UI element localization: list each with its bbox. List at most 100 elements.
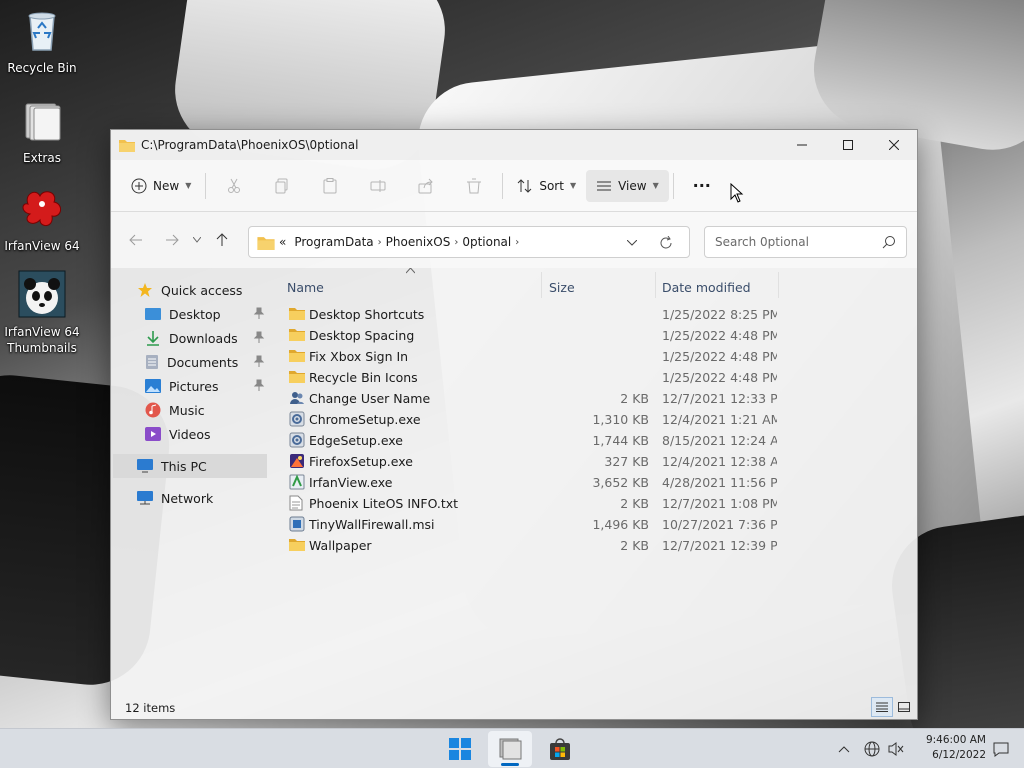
column-divider[interactable] <box>541 272 542 298</box>
desktop-icon-irfanview-thumbnails[interactable]: IrfanView 64 Thumbnails <box>0 270 84 356</box>
folder-icon <box>289 369 305 386</box>
file-row[interactable]: FirefoxSetup.exe 327 KB 12/4/2021 12:38 A.… <box>287 451 787 472</box>
sidebar-item-music[interactable]: Music <box>145 398 205 422</box>
view-button[interactable]: View ▼ <box>586 169 669 202</box>
file-row[interactable]: Change User Name 2 KB 12/7/2021 12:33 PM <box>287 388 787 409</box>
file-row[interactable]: Desktop Spacing 1/25/2022 4:48 PM <box>287 325 787 346</box>
paste-button[interactable] <box>306 170 354 202</box>
file-name: TinyWallFirewall.msi <box>309 517 435 532</box>
file-row[interactable]: Recycle Bin Icons 1/25/2022 4:48 PM <box>287 367 787 388</box>
back-button[interactable] <box>121 225 151 255</box>
sidebar-item-videos[interactable]: Videos <box>145 422 211 446</box>
breadcrumb-chevron-icon[interactable]: › <box>515 237 519 248</box>
delete-button[interactable] <box>450 170 498 202</box>
breadcrumb-chevron-icon[interactable]: › <box>378 237 382 248</box>
sidebar-item-quick-access[interactable]: Quick access <box>137 278 242 302</box>
copy-button[interactable] <box>258 170 306 202</box>
refresh-icon[interactable] <box>659 236 673 250</box>
recent-locations-button[interactable] <box>187 225 207 255</box>
breadcrumb-programdata[interactable]: ProgramData <box>294 235 373 249</box>
sidebar-item-downloads[interactable]: Downloads <box>145 326 270 350</box>
desktop-icon-irfanview[interactable]: IrfanView 64 <box>0 184 84 254</box>
command-bar: New ▼ Sort ▼ View ▼ ··· <box>111 160 917 212</box>
file-explorer-window: C:\ProgramData\PhoenixOS\0ptional New ▼ <box>110 129 918 720</box>
trash-icon <box>467 178 482 193</box>
file-row[interactable]: Wallpaper 2 KB 12/7/2021 12:39 PM <box>287 535 787 556</box>
maximize-button[interactable] <box>825 130 871 160</box>
globe-icon[interactable] <box>864 741 880 757</box>
folder-stack-icon <box>25 103 61 141</box>
irfanview-icon <box>22 191 61 226</box>
star-icon <box>138 283 152 297</box>
notifications-icon[interactable] <box>993 741 1009 757</box>
clock-time: 9:46:00 AM <box>925 734 986 746</box>
rename-button[interactable] <box>354 170 402 202</box>
firefox-icon <box>289 453 305 472</box>
desktop-icon-extras[interactable]: Extras <box>0 96 84 166</box>
file-row[interactable]: TinyWallFirewall.msi 1,496 KB 10/27/2021 7… <box>287 514 787 535</box>
sidebar-item-pictures[interactable]: Pictures <box>145 374 270 398</box>
sidebar-item-desktop[interactable]: Desktop <box>145 302 270 326</box>
file-row[interactable]: Phoenix LiteOS INFO.txt 2 KB 12/7/2021 1:0… <box>287 493 787 514</box>
minimize-button[interactable] <box>779 130 825 160</box>
chevron-down-icon: ▼ <box>652 181 659 190</box>
cut-button[interactable] <box>210 170 258 202</box>
tiles-view-button[interactable] <box>893 697 915 717</box>
file-name: Desktop Spacing <box>309 328 415 343</box>
address-bar[interactable]: « ProgramData › PhoenixOS › 0ptional › <box>248 226 690 258</box>
scissors-icon <box>228 178 241 193</box>
taskbar-store[interactable] <box>538 731 582 767</box>
desktop-icon-recycle-bin[interactable]: Recycle Bin <box>0 6 84 76</box>
sidebar-item-documents[interactable]: Documents <box>145 350 270 374</box>
new-button[interactable]: New ▼ <box>121 170 201 202</box>
column-header-date-modified[interactable]: Date modified <box>662 276 751 298</box>
more-icon: ··· <box>692 176 711 195</box>
file-row[interactable]: EdgeSetup.exe 1,744 KB 8/15/2021 12:24 A..… <box>287 430 787 451</box>
file-row[interactable]: Fix Xbox Sign In 1/25/2022 4:48 PM <box>287 346 787 367</box>
search-box[interactable]: Search 0ptional <box>704 226 907 258</box>
taskbar-clock[interactable]: 9:46:00 AM 6/12/2022 <box>906 733 986 763</box>
pin-icon <box>253 379 265 391</box>
address-history-chevron-icon[interactable] <box>627 240 637 246</box>
toolbar-separator <box>205 172 207 199</box>
file-name: Fix Xbox Sign In <box>309 349 409 364</box>
file-row[interactable]: IrfanView.exe 3,652 KB 4/28/2021 11:56 PM <box>287 472 787 493</box>
system-tray <box>838 729 904 768</box>
setup-icon <box>289 411 305 430</box>
breadcrumb-optional[interactable]: 0ptional <box>462 235 511 249</box>
file-size: 1,744 KB <box>592 433 649 448</box>
sort-button[interactable]: Sort ▼ <box>507 170 586 202</box>
sidebar-item-label: Desktop <box>169 306 221 322</box>
column-divider[interactable] <box>778 272 779 298</box>
taskbar-file-explorer[interactable] <box>488 731 532 767</box>
column-divider[interactable] <box>655 272 656 298</box>
msi-icon <box>289 516 305 535</box>
more-options-button[interactable]: ··· <box>678 170 726 202</box>
chevron-up-icon[interactable] <box>838 745 850 753</box>
search-placeholder: Search 0ptional <box>715 235 809 249</box>
speaker-muted-icon[interactable] <box>888 741 904 757</box>
forward-button[interactable] <box>157 225 187 255</box>
file-row[interactable]: ChromeSetup.exe 1,310 KB 12/4/2021 1:21 AM <box>287 409 787 430</box>
sidebar-item-network[interactable]: Network <box>137 486 213 510</box>
arrow-up-icon <box>216 233 228 246</box>
column-header-size[interactable]: Size <box>549 276 575 298</box>
breadcrumb-overflow[interactable]: « <box>279 235 286 249</box>
sidebar-item-this-pc[interactable]: This PC <box>113 454 267 478</box>
breadcrumb-phoenixos[interactable]: PhoenixOS <box>386 235 451 249</box>
title-bar[interactable]: C:\ProgramData\PhoenixOS\0ptional <box>111 130 917 160</box>
file-date: 10/27/2021 7:36 P... <box>662 517 777 532</box>
sidebar-item-label: Quick access <box>161 282 243 298</box>
computer-icon <box>137 459 153 473</box>
desktop-icon <box>145 308 161 320</box>
up-button[interactable] <box>207 225 237 255</box>
clock-date: 6/12/2022 <box>932 749 986 761</box>
details-view-button[interactable] <box>871 697 893 717</box>
rename-icon <box>370 179 386 192</box>
file-row[interactable]: Desktop Shortcuts 1/25/2022 8:25 PM <box>287 304 787 325</box>
share-button[interactable] <box>402 170 450 202</box>
close-button[interactable] <box>871 130 917 160</box>
breadcrumb-chevron-icon[interactable]: › <box>454 237 458 248</box>
column-header-name[interactable]: Name <box>287 276 324 298</box>
start-button[interactable] <box>438 731 482 767</box>
